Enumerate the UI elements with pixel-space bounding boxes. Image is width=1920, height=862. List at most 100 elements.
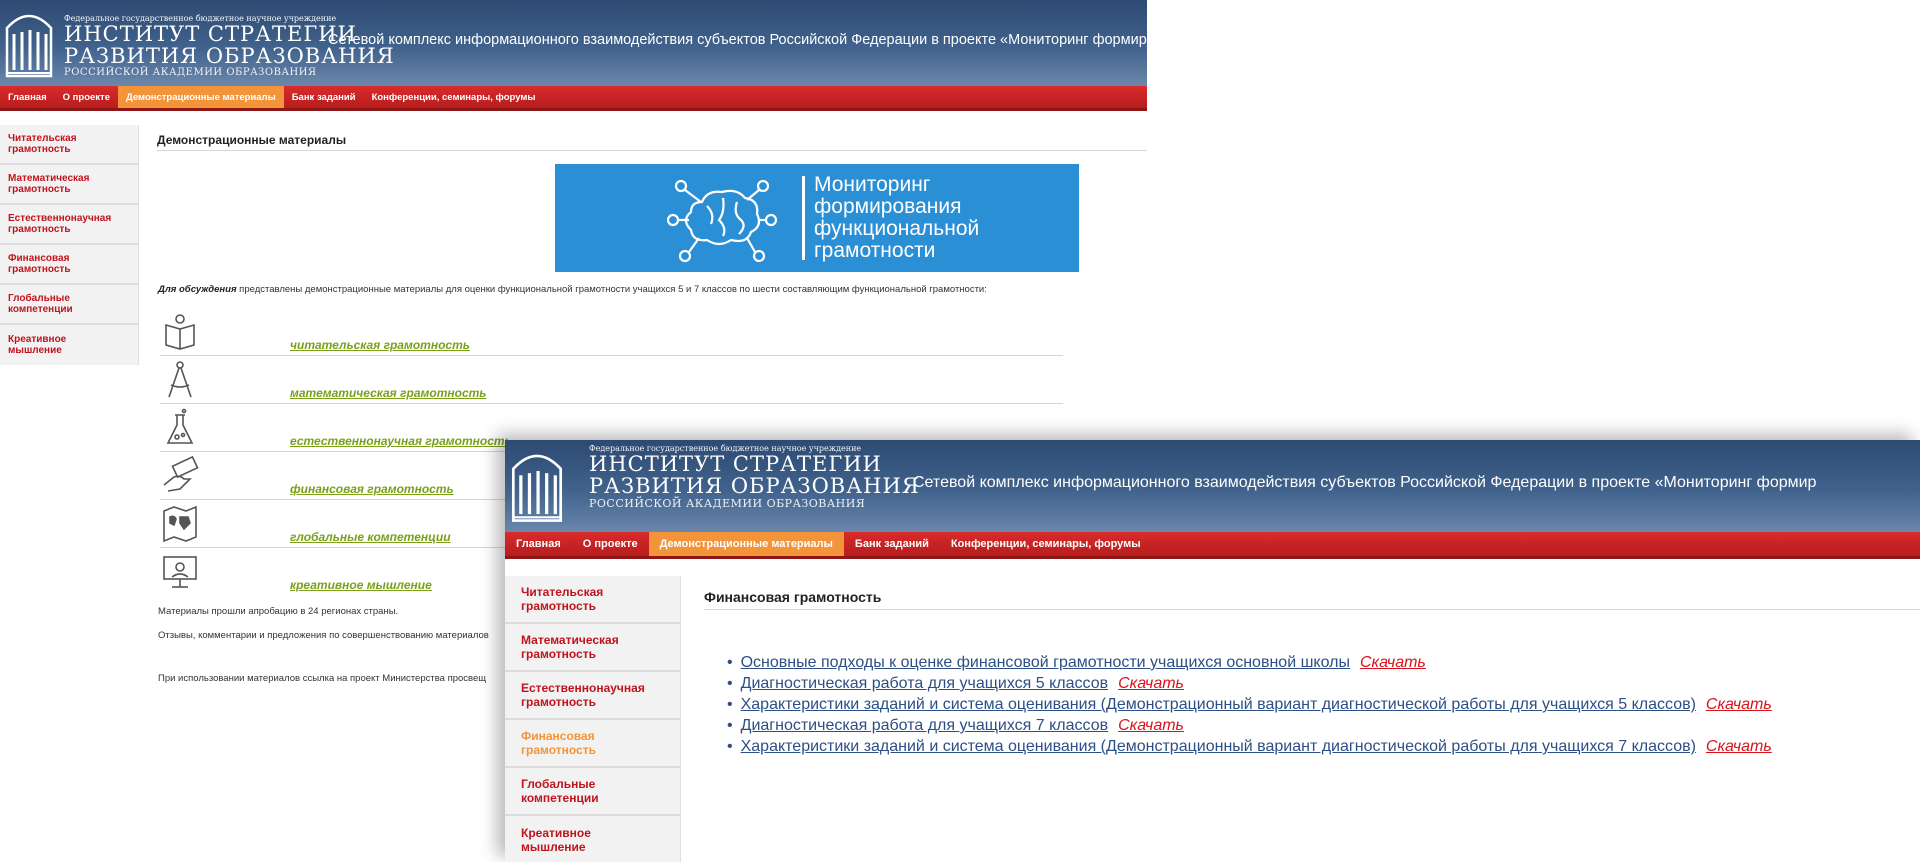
nav-conferences[interactable]: Конференции, семинары, форумы (364, 86, 544, 108)
sidebar-item-global[interactable]: Глобальные компетенции (0, 285, 138, 325)
world-map-icon (163, 505, 197, 543)
compass-icon (168, 361, 192, 398)
link-finance-literacy[interactable]: финансовая грамотность (290, 482, 454, 496)
hero-caption: Мониторинг формирования функциональной г… (814, 174, 979, 262)
link-science-literacy[interactable]: естественнонаучная грамотность (290, 434, 512, 448)
list-item: • Характеристики заданий и система оценив… (727, 696, 1772, 713)
approbation-note: Материалы прошли апробацию в 24 регионах… (158, 606, 399, 617)
logo-wordmark: Федеральное государственное бюджетное на… (589, 444, 920, 510)
document-link[interactable]: Диагностическая работа для учащихся 5 кл… (741, 675, 1108, 692)
site-header: Федеральное государственное бюджетное на… (505, 440, 1920, 532)
nav-task-bank[interactable]: Банк заданий (284, 86, 364, 108)
flask-icon (166, 408, 194, 444)
logo-line-3: РОССИЙСКОЙ АКАДЕМИИ ОБРАЗОВАНИЯ (64, 67, 317, 79)
document-list: • Основные подходы к оценке финансовой гр… (727, 652, 1772, 757)
logo-line-2: РАЗВИТИЯ ОБРАЗОВАНИЯ (64, 44, 395, 69)
document-link[interactable]: Характеристики заданий и система оценива… (741, 696, 1696, 713)
money-hand-icon (163, 455, 199, 492)
hero-line-3: функциональной (814, 217, 980, 240)
sidebar-item-finance[interactable]: Финансовая грамотность (505, 720, 680, 768)
document-link[interactable]: Диагностическая работа для учащихся 7 кл… (741, 717, 1108, 734)
sidebar-item-creative[interactable]: Креативное мышление (0, 325, 138, 365)
intro-bold: Для обсуждения (158, 284, 237, 295)
hero-line-1: Мониторинг (814, 173, 931, 196)
logo-line-1: ИНСТИТУТ СТРАТЕГИИ (589, 452, 882, 476)
sidebar-item-label: Финансовая (521, 729, 595, 743)
page-title: Демонстрационные материалы (157, 133, 1147, 151)
hero-banner: Мониторинг формирования функциональной г… (555, 164, 1079, 272)
citation-note: При использовании материалов ссылка на п… (158, 673, 487, 684)
link-math-literacy[interactable]: математическая грамотность (290, 386, 486, 400)
nav-task-bank[interactable]: Банк заданий (844, 532, 940, 556)
nav-home[interactable]: Главная (0, 86, 55, 108)
list-item: • Основные подходы к оценке финансовой гр… (727, 654, 1426, 671)
download-link[interactable]: Скачать (1706, 696, 1772, 713)
sidebar-item-creative[interactable]: Креативное мышление (505, 816, 680, 862)
intro-text: Для обсуждения представлены демонстрацио… (158, 284, 987, 295)
sidebar-item-label: грамотность (521, 647, 596, 661)
sidebar-item-label: Математическая (521, 633, 619, 647)
sidebar-item-label: грамотность (8, 224, 71, 235)
link-global-competence[interactable]: глобальные компетенции (290, 530, 451, 544)
sidebar-item-finance[interactable]: Финансовая грамотность (0, 245, 138, 285)
sidebar-item-label: Естественнонаучная (8, 213, 112, 224)
sidebar-item-reading[interactable]: Читательская грамотность (0, 125, 138, 165)
main-nav: Главная О проекте Демонстрационные матер… (505, 532, 1920, 559)
sidebar-item-math[interactable]: Математическая грамотность (505, 624, 680, 672)
site-header: Федеральное государственное бюджетное на… (0, 0, 1147, 86)
sidebar-item-science[interactable]: Естественнонаучная грамотность (0, 205, 138, 245)
brain-circuit-icon (667, 179, 777, 263)
sidebar-item-label: Креативное (8, 334, 67, 345)
nav-home[interactable]: Главная (505, 532, 572, 556)
site-title: Сетевой комплекс информационного взаимод… (328, 32, 1147, 48)
sidebar-item-label: Читательская (521, 585, 604, 599)
nav-about[interactable]: О проекте (55, 86, 118, 108)
sidebar-item-global[interactable]: Глобальные компетенции (505, 768, 680, 816)
sidebar: Читательская грамотность Математическая гр… (505, 576, 681, 862)
institute-logo-icon (511, 454, 563, 522)
org-line: Федеральное государственное бюджетное на… (64, 14, 337, 23)
sidebar-item-label: Глобальные (521, 777, 596, 791)
list-item: • Диагностическая работа для учащихся 7 к… (727, 717, 1184, 734)
sidebar-item-label: Естественнонаучная (521, 681, 645, 695)
site-title: Сетевой комплекс информационного взаимод… (913, 474, 1817, 491)
list-item: • Характеристики заданий и система оценив… (727, 738, 1772, 755)
sidebar-item-label: мышление (521, 840, 586, 854)
sidebar-item-label: грамотность (8, 184, 71, 195)
sidebar-item-label: компетенции (8, 304, 73, 315)
intro-body: представлены демонстрационные материалы … (236, 284, 987, 295)
sidebar-item-label: Читательская (8, 133, 77, 144)
main-nav: Главная О проекте Демонстрационные матер… (0, 86, 1147, 111)
nav-about[interactable]: О проекте (572, 532, 649, 556)
sidebar-item-label: грамотность (521, 743, 596, 757)
sidebar-item-label: Математическая (8, 173, 90, 184)
sidebar-item-reading[interactable]: Читательская грамотность (505, 576, 680, 624)
sidebar-item-label: Глобальные (8, 293, 70, 304)
nav-demo-materials[interactable]: Демонстрационные материалы (118, 86, 284, 108)
sidebar-item-label: грамотность (521, 695, 596, 709)
sidebar-item-label: Креативное (521, 826, 591, 840)
list-item: • Диагностическая работа для учащихся 5 к… (727, 675, 1184, 692)
download-link[interactable]: Скачать (1118, 675, 1184, 692)
literacy-row-math: математическая грамотность (160, 355, 1063, 404)
sidebar: Читательская грамотность Математическая гр… (0, 125, 139, 365)
org-line: Федеральное государственное бюджетное на… (589, 444, 862, 453)
presentation-icon (163, 556, 197, 588)
nav-conferences[interactable]: Конференции, семинары, форумы (940, 532, 1152, 556)
document-link[interactable]: Характеристики заданий и система оценива… (741, 738, 1696, 755)
literacy-row-reading: читательская грамотность (160, 307, 1063, 356)
download-link[interactable]: Скачать (1706, 738, 1772, 755)
institute-logo-icon (5, 14, 53, 78)
logo-line-3: РОССИЙСКОЙ АКАДЕМИИ ОБРАЗОВАНИЯ (589, 497, 866, 511)
sidebar-item-math[interactable]: Математическая грамотность (0, 165, 138, 205)
sidebar-item-label: мышление (8, 345, 62, 356)
link-creative-thinking[interactable]: креативное мышление (290, 578, 432, 592)
sidebar-item-label: грамотность (8, 144, 71, 155)
download-link[interactable]: Скачать (1360, 654, 1426, 671)
sidebar-item-science[interactable]: Естественнонаучная грамотность (505, 672, 680, 720)
document-link[interactable]: Основные подходы к оценке финансовой гра… (741, 654, 1350, 671)
feedback-note: Отзывы, комментарии и предложения по сов… (158, 630, 489, 641)
nav-demo-materials[interactable]: Демонстрационные материалы (648, 532, 844, 556)
download-link[interactable]: Скачать (1118, 717, 1184, 734)
link-reading-literacy[interactable]: читательская грамотность (290, 338, 470, 352)
